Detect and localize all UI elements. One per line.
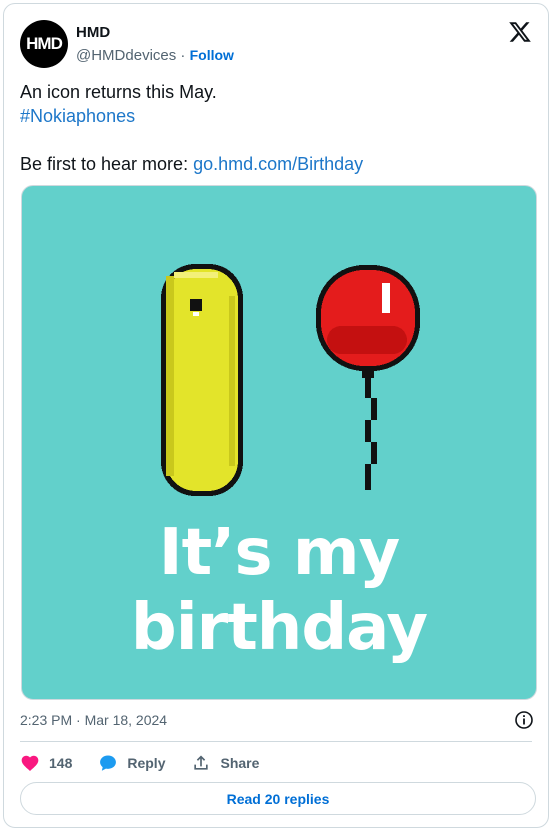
like-button[interactable]: 148: [20, 753, 72, 773]
tweet-timestamp[interactable]: 2:23 PM · Mar 18, 2024: [20, 712, 167, 728]
author-name[interactable]: HMD: [76, 24, 110, 41]
follow-button[interactable]: Follow: [190, 47, 234, 63]
tweet-line: An icon returns this May.: [20, 82, 217, 102]
red-balloon-icon: [316, 265, 420, 490]
tweet-header: HMD HMD @HMDdevices · Follow: [20, 16, 532, 68]
headline-line-1: It’s my: [158, 516, 401, 590]
yellow-phone-icon: [161, 264, 243, 496]
hashtag-link[interactable]: #Nokiaphones: [20, 106, 135, 126]
reply-bubble-icon: [100, 755, 117, 771]
share-icon: [194, 755, 209, 770]
read-replies-button[interactable]: Read 20 replies: [20, 782, 536, 815]
headline-line-2: birthday: [130, 591, 428, 665]
divider: [20, 741, 532, 742]
tweet-card: HMD HMD @HMDdevices · Follow An icon ret…: [3, 3, 549, 828]
x-logo-icon[interactable]: [508, 20, 532, 44]
share-label: Share: [220, 755, 260, 771]
author-handle[interactable]: @HMDdevices: [76, 47, 176, 64]
share-button[interactable]: Share: [191, 753, 259, 773]
like-count: 148: [49, 755, 73, 771]
birthday-link[interactable]: go.hmd.com/Birthday: [193, 154, 363, 174]
author-handle-row: @HMDdevices · Follow: [76, 47, 234, 64]
reply-button[interactable]: Reply: [98, 753, 165, 773]
reply-label: Reply: [127, 755, 166, 771]
avatar[interactable]: HMD: [20, 20, 68, 68]
tweet-image[interactable]: It’s my birthday: [21, 185, 537, 700]
heart-icon: [21, 755, 39, 771]
tweet-line: Be first to hear more:: [20, 154, 194, 174]
action-bar: 148 Reply Share: [20, 749, 285, 777]
tweet-text: An icon returns this May. #Nokiaphones B…: [20, 80, 530, 176]
separator: ·: [176, 47, 190, 64]
info-icon[interactable]: [514, 710, 534, 730]
